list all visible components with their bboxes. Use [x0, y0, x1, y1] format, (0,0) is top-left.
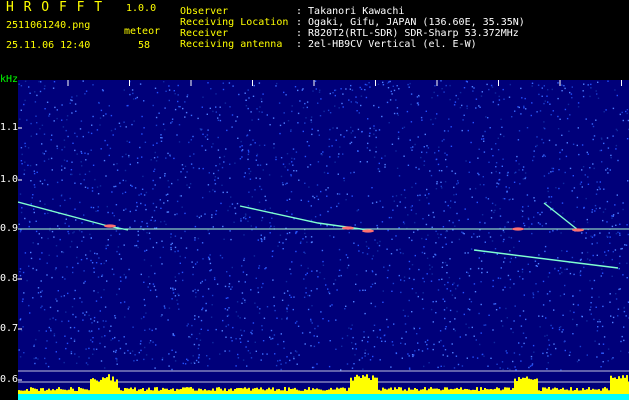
meteor-count: 58 [138, 40, 151, 51]
info-label-antenna: Receiving antenna [180, 39, 283, 50]
y-tick-label: 0.9 [0, 223, 19, 234]
header-panel: H R O F F T 1.0.0 2511061240.png meteor … [0, 0, 629, 72]
spectrogram-svg [18, 80, 629, 400]
y-tick-label: 1.0 [0, 174, 19, 185]
y-axis-unit: kHz [0, 74, 19, 85]
spectrogram-plot [18, 80, 629, 400]
app-version: 1.0.0 [126, 3, 157, 14]
echo-highlight [512, 227, 524, 231]
info-value-antenna: : 2el-HB9CV Vertical (el. E-W) [296, 39, 477, 50]
datetime-label: 25.11.06 12:40 [6, 40, 91, 51]
meteor-label: meteor [124, 26, 161, 37]
y-tick-label: 1.1 [0, 122, 19, 133]
y-tick-label: 0.7 [0, 323, 19, 334]
y-tick-label: 0.6 [0, 374, 19, 385]
y-tick-label: 0.8 [0, 273, 19, 284]
level-baseline [18, 394, 629, 400]
echo-highlight [572, 228, 584, 232]
echo-highlight [342, 226, 354, 230]
app-title: H R O F F T [6, 0, 104, 15]
filename-label: 2511061240.png [6, 20, 91, 31]
echo-highlight [104, 224, 116, 228]
echo-highlight [362, 229, 374, 233]
spectrogram-background [18, 80, 629, 400]
